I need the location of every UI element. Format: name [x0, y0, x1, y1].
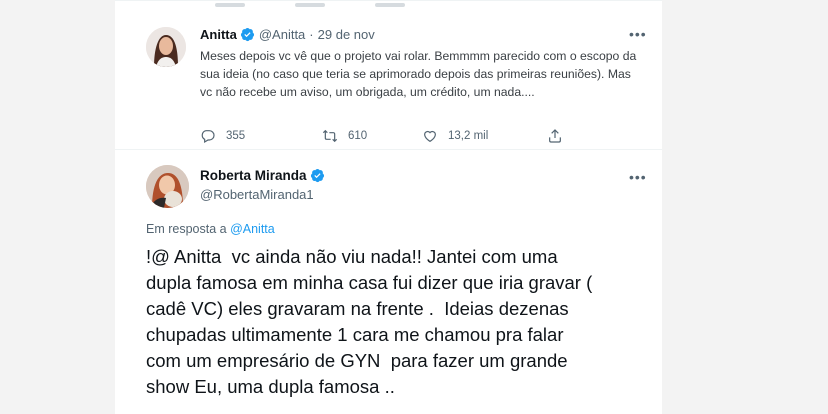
tweet-anitta[interactable]: Anitta @Anitta · 29 de nov ••• Meses dep… — [115, 10, 662, 150]
separator-dot: · — [309, 27, 314, 42]
author-name-line: Roberta Miranda — [200, 168, 329, 183]
avatar[interactable] — [146, 165, 189, 208]
reply-icon — [201, 130, 215, 144]
tweet-date[interactable]: 29 de nov — [318, 27, 375, 42]
replying-to: Em resposta a @Anitta — [146, 222, 275, 236]
reply-count: 355 — [226, 130, 246, 142]
reply-button[interactable]: 355 — [200, 128, 322, 144]
tweet-header: Anitta @Anitta · 29 de nov — [200, 27, 375, 42]
like-count: 13,2 mil — [448, 130, 489, 142]
author-name[interactable]: Roberta Miranda — [200, 168, 307, 183]
share-icon — [549, 129, 561, 143]
retweet-count: 610 — [348, 130, 368, 142]
tweet-text: !@ Anitta vc ainda não viu nada!! Jantei… — [146, 246, 593, 397]
verified-badge-icon — [240, 27, 254, 42]
retweet-icon — [322, 129, 338, 143]
author-handle[interactable]: @Anitta — [259, 27, 305, 42]
like-icon — [424, 130, 436, 143]
timeline-card: Anitta @Anitta · 29 de nov ••• Meses dep… — [115, 0, 662, 414]
replying-prefix: Em resposta a — [146, 222, 231, 236]
verified-badge-icon — [310, 168, 324, 183]
like-button[interactable]: 13,2 mil — [422, 128, 547, 144]
tweet-actions: 355 610 13,2 mil — [200, 128, 580, 144]
avatar[interactable] — [146, 27, 186, 67]
author-name[interactable]: Anitta — [200, 27, 237, 42]
tweet-text: Meses depois vc vê que o projeto vai rol… — [200, 49, 637, 99]
more-options-icon[interactable]: ••• — [629, 27, 649, 42]
previous-tweet-action-bar-remnant — [215, 0, 575, 7]
replying-to-mention[interactable]: @Anitta — [230, 222, 275, 236]
retweet-button[interactable]: 610 — [322, 128, 422, 144]
more-options-icon[interactable]: ••• — [629, 170, 649, 185]
author-handle[interactable]: @RobertaMiranda1 — [200, 187, 314, 202]
share-button[interactable] — [547, 128, 573, 144]
